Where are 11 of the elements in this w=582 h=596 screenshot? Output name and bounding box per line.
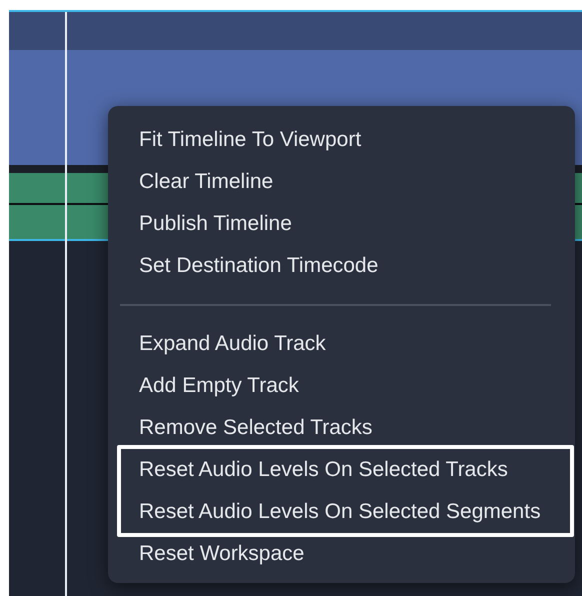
- menu-item[interactable]: Reset Workspace: [108, 533, 575, 575]
- menu-item[interactable]: Fit Timeline To Viewport: [108, 119, 575, 161]
- menu-item[interactable]: Set Destination Timecode: [108, 245, 575, 287]
- menu-item[interactable]: Reset Audio Levels On Selected Segments: [121, 491, 570, 533]
- menu-item[interactable]: Publish Timeline: [108, 203, 575, 245]
- menu-item[interactable]: Clear Timeline: [108, 161, 575, 203]
- playhead-line[interactable]: [65, 12, 67, 596]
- menu-item[interactable]: Remove Selected Tracks: [108, 407, 575, 449]
- menu-item[interactable]: Add Empty Track: [108, 365, 575, 407]
- menu-item[interactable]: Expand Audio Track: [108, 323, 575, 365]
- menu-item[interactable]: Reset Audio Levels On Selected Tracks: [121, 449, 570, 491]
